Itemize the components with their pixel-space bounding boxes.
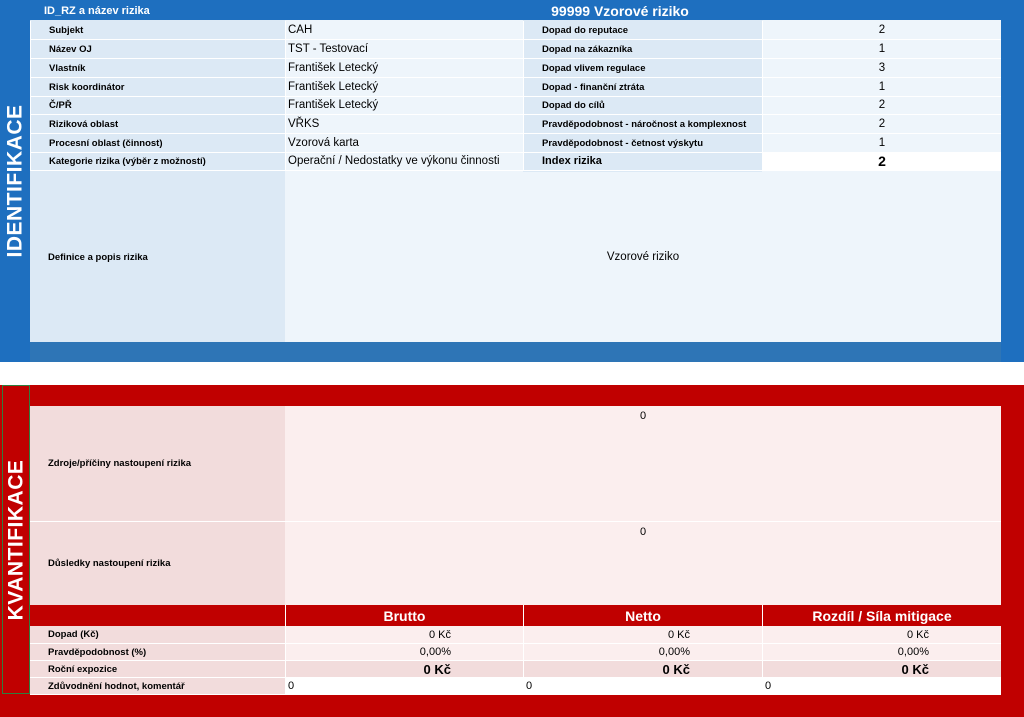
quantification-cell[interactable]: 0 xyxy=(762,678,1001,695)
row-value[interactable]: Operační / Nedostatky ve výkonu činnosti xyxy=(285,152,523,171)
definition-label: Definice a popis rizika xyxy=(48,251,148,263)
definition-value[interactable]: Vzorové riziko xyxy=(285,172,1001,342)
row-value[interactable]: CAH xyxy=(285,21,523,40)
column-header-difference: Rozdíl / Síla mitigace xyxy=(762,605,1001,626)
row-label: Risk koordinátor xyxy=(30,78,285,97)
quantification-row-label: Dopad (Kč) xyxy=(30,626,285,644)
quantification-cell[interactable]: 0,00% xyxy=(762,644,1001,661)
impact-value[interactable]: 1 xyxy=(762,134,1001,153)
impact-label: Dopad na zákazníka xyxy=(523,40,762,59)
row-label: Č/PŘ xyxy=(30,96,285,115)
sources-label: Zdroje/příčiny nastoupení rizika xyxy=(30,406,285,522)
quantification-cell[interactable]: 0 Kč xyxy=(523,626,762,644)
identification-vertical-label: IDENTIFIKACE xyxy=(0,20,30,342)
impact-value[interactable]: 1 xyxy=(762,78,1001,97)
quantification-cell[interactable]: 0 Kč xyxy=(762,661,1001,678)
impact-label: Dopad - finanční ztráta xyxy=(523,78,762,97)
identification-footer-bar xyxy=(30,342,1001,362)
identification-section: IDENTIFIKACE ID_RZ a název rizika 99999 … xyxy=(0,0,1024,362)
identification-vertical-text: IDENTIFIKACE xyxy=(3,104,26,258)
impact-value[interactable]: 2 xyxy=(762,96,1001,115)
row-value[interactable]: TST - Testovací xyxy=(285,40,523,59)
impact-label: Dopad vlivem regulace xyxy=(523,59,762,78)
quantification-cell[interactable]: 0 Kč xyxy=(523,661,762,678)
quantification-cell[interactable]: 0 Kč xyxy=(762,626,1001,644)
impact-value[interactable]: 2 xyxy=(762,115,1001,134)
row-value[interactable]: František Letecký xyxy=(285,96,523,115)
impact-value[interactable]: 2 xyxy=(762,21,1001,40)
sources-value[interactable]: 0 xyxy=(285,406,1001,522)
row-value[interactable]: František Letecký xyxy=(285,59,523,78)
quantification-cell[interactable]: 0,00% xyxy=(523,644,762,661)
impact-value[interactable]: 2 xyxy=(762,152,1001,171)
quantification-vertical-text: KVANTIFIKACE xyxy=(4,459,27,620)
row-label: Název OJ xyxy=(30,40,285,59)
impact-label: Pravděpodobnost - náročnost a komplexnos… xyxy=(523,115,762,134)
column-header-netto: Netto xyxy=(523,605,762,626)
risk-id-label: ID_RZ a název rizika xyxy=(44,5,150,17)
quantification-cell[interactable]: 0 xyxy=(285,678,523,695)
quantification-row-label: Roční expozice xyxy=(30,661,285,678)
consequences-label: Důsledky nastoupení rizika xyxy=(48,558,171,569)
row-value[interactable]: VŘKS xyxy=(285,115,523,134)
quantification-row-label: Pravděpodobnost (%) xyxy=(30,644,285,661)
row-label: Riziková oblast xyxy=(30,115,285,134)
quantification-vertical-label: KVANTIFIKACE xyxy=(2,385,30,694)
row-value[interactable]: Vzorová karta xyxy=(285,134,523,153)
row-value[interactable]: František Letecký xyxy=(285,78,523,97)
impact-value[interactable]: 3 xyxy=(762,59,1001,78)
row-label: Subjekt xyxy=(30,21,285,40)
impact-label: Pravděpodobnost - četnost výskytu xyxy=(523,134,762,153)
impact-label: Dopad do reputace xyxy=(523,21,762,40)
row-label: Kategorie rizika (výběr z možností) xyxy=(30,152,285,171)
impact-label: Index rizika xyxy=(523,152,762,171)
quantification-row-label: Zdůvodnění hodnot, komentář xyxy=(30,678,285,695)
impact-label: Dopad do cílů xyxy=(523,96,762,115)
consequences-value[interactable]: 0 xyxy=(285,522,1001,605)
column-header-brutto: Brutto xyxy=(285,605,523,626)
impact-value[interactable]: 1 xyxy=(762,40,1001,59)
quantification-cell[interactable]: 0,00% xyxy=(285,644,523,661)
row-label: Vlastník xyxy=(30,59,285,78)
risk-title: 99999 Vzorové riziko xyxy=(551,3,689,19)
quantification-section: KVANTIFIKACE Zdroje/příčiny nastoupení r… xyxy=(0,385,1024,717)
quantification-cell[interactable]: 0 Kč xyxy=(285,661,523,678)
quantification-cell[interactable]: 0 xyxy=(523,678,762,695)
row-label: Procesní oblast (činnost) xyxy=(30,134,285,153)
quantification-cell[interactable]: 0 Kč xyxy=(285,626,523,644)
